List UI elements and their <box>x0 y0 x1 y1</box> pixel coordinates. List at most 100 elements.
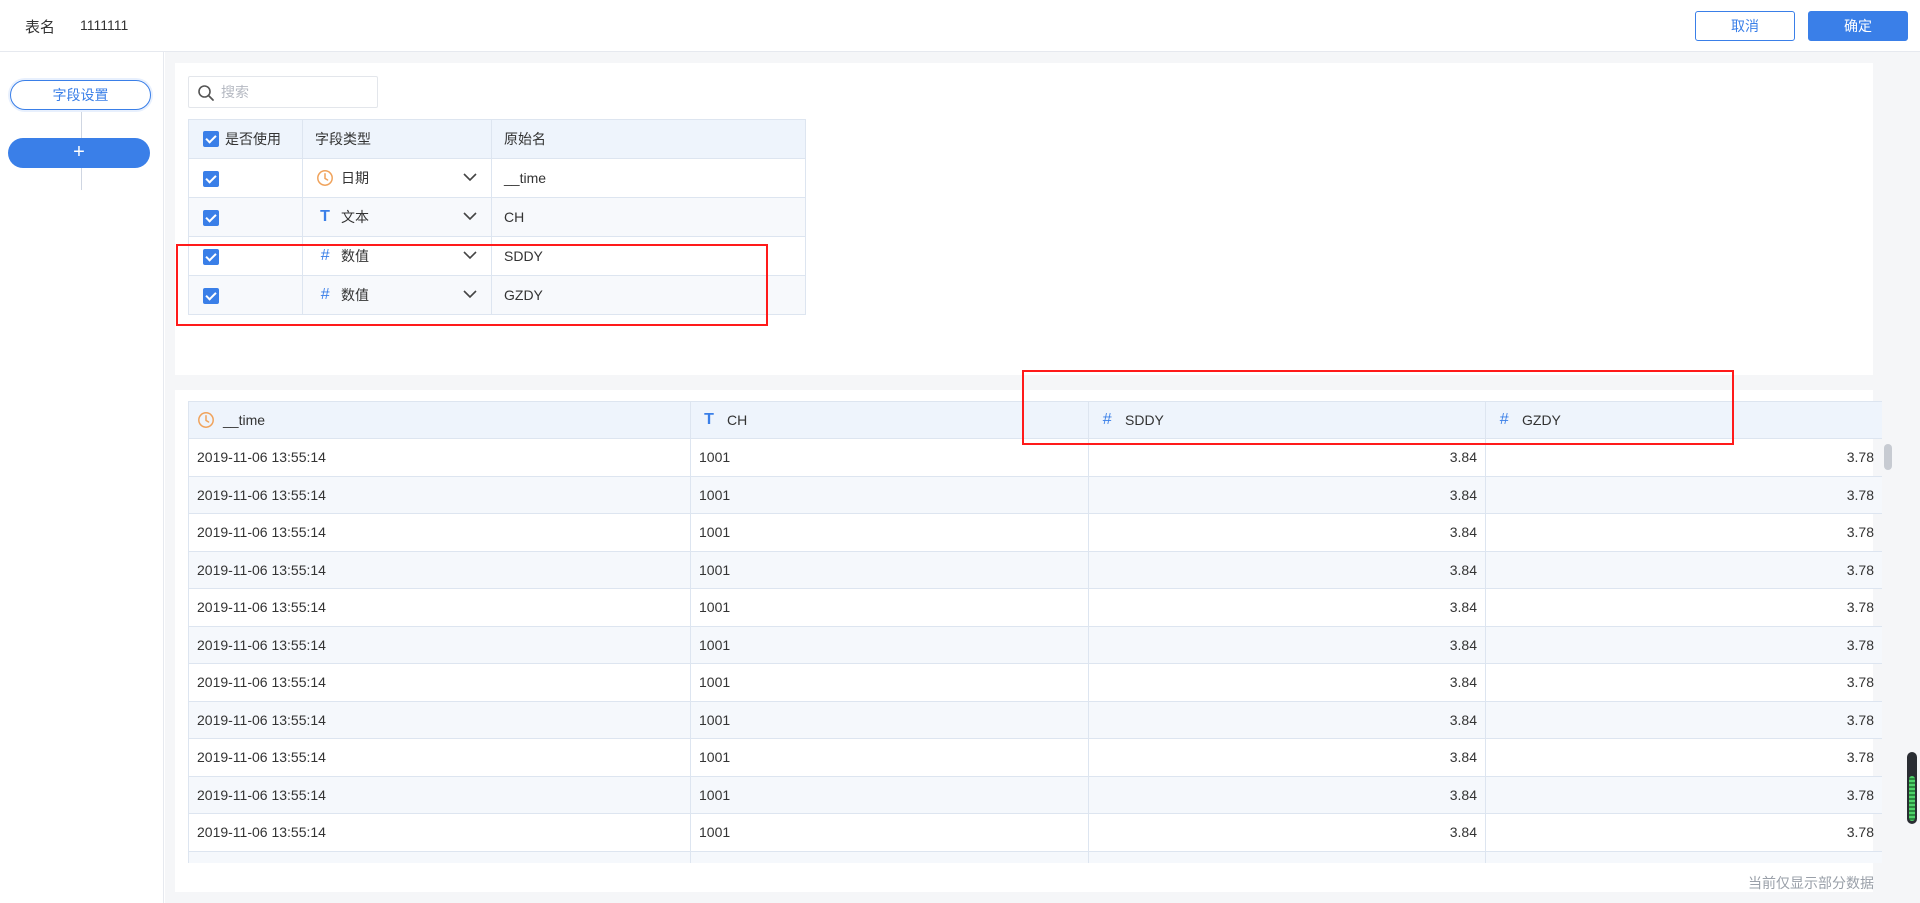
scrollbar-thumb[interactable] <box>1884 444 1892 470</box>
field-type-label: 数值 <box>341 248 369 264</box>
original-name-column-header: 原始名 <box>491 119 806 159</box>
cell-ch: 1001 <box>690 738 1089 777</box>
cell-sddy: 3.84 <box>1088 438 1486 477</box>
table-row: 2019-11-06 13:55:1410013.843.78 <box>188 700 1882 739</box>
cell-time: 2019-11-06 13:55:14 <box>188 663 691 702</box>
partial-data-note: 当前仅显示部分数据 <box>1748 875 1874 891</box>
hash-icon: # <box>1102 411 1112 429</box>
cell-sddy: 3.84 <box>1088 475 1486 514</box>
field-type-select[interactable]: # 数值 <box>302 275 492 315</box>
field-type-select[interactable]: T 文本 <box>302 197 492 237</box>
hash-icon: # <box>1499 411 1509 429</box>
cell-sddy: 3.84 <box>1088 513 1486 552</box>
cell-ch: 1001 <box>690 438 1089 477</box>
cell-gzdy: 3.78 <box>1485 550 1882 589</box>
text-type-icon: T <box>320 208 330 225</box>
chevron-down-icon <box>463 173 477 182</box>
select-all-checkbox[interactable] <box>203 131 219 147</box>
cell-gzdy: 3.78 <box>1485 663 1882 702</box>
step-sidebar: 字段设置 + <box>0 52 164 903</box>
table-row: 2019-11-06 13:55:1410013.843.78 <box>188 475 1882 514</box>
field-table-header: 是否使用 字段类型 原始名 <box>188 119 806 159</box>
cell-gzdy: 3.78 <box>1485 700 1882 739</box>
field-settings-table: 是否使用 字段类型 原始名 日期 __time T 文本 CH # 数值 SDDY <box>188 119 806 315</box>
column-header-ch[interactable]: T CH <box>690 401 1089 439</box>
table-row: 2019-11-06 13:55:1410013.843.78 <box>188 550 1882 589</box>
cell-sddy: 3.84 <box>1088 625 1486 664</box>
cell-ch: 1001 <box>690 513 1089 552</box>
cell-ch: 1001 <box>690 813 1089 852</box>
table-row: 2019-11-06 13:55:1410013.843.78 <box>188 850 1882 863</box>
cell-sddy: 3.84 <box>1088 663 1486 702</box>
cancel-button[interactable]: 取消 <box>1695 11 1795 41</box>
side-scroll-indicator <box>1909 776 1915 821</box>
field-type-select[interactable]: 日期 <box>302 158 492 198</box>
original-name-cell: GZDY <box>491 275 806 315</box>
cell-sddy: 3.84 <box>1088 550 1486 589</box>
table-row: 2019-11-06 13:55:1410013.843.78 <box>188 438 1882 477</box>
cell-sddy: 3.84 <box>1088 588 1486 627</box>
cell-sddy: 3.84 <box>1088 700 1486 739</box>
table-row: 2019-11-06 13:55:1410013.843.78 <box>188 588 1882 627</box>
column-header-label: SDDY <box>1125 412 1164 429</box>
cell-gzdy: 3.78 <box>1485 625 1882 664</box>
hash-icon: # <box>320 286 330 303</box>
field-type-label: 文本 <box>341 209 369 225</box>
table-name-value[interactable]: 1111111 <box>80 17 128 33</box>
column-header-gzdy[interactable]: # GZDY <box>1485 401 1882 439</box>
table-row: 2019-11-06 13:55:1410013.843.78 <box>188 513 1882 552</box>
add-step-button[interactable]: + <box>8 138 150 168</box>
cell-ch: 1001 <box>690 588 1089 627</box>
cell-sddy: 3.84 <box>1088 738 1486 777</box>
cell-time: 2019-11-06 13:55:14 <box>188 475 691 514</box>
column-header-time[interactable]: __time <box>188 401 691 439</box>
cell-gzdy: 3.78 <box>1485 513 1882 552</box>
clock-icon <box>198 412 214 429</box>
cell-sddy: 3.84 <box>1088 775 1486 814</box>
data-preview-table-container[interactable]: __time T CH # SDDY # GZDY 2019-11-06 13:55:… <box>188 401 1882 863</box>
text-type-icon: T <box>704 411 714 429</box>
column-header-label: CH <box>727 412 748 429</box>
search-input[interactable] <box>221 81 371 103</box>
cell-sddy: 3.84 <box>1088 813 1486 852</box>
table-scrollbar[interactable] <box>1884 444 1892 864</box>
search-box[interactable] <box>188 76 378 108</box>
cell-time: 2019-11-06 13:55:14 <box>188 513 691 552</box>
use-field-checkbox[interactable] <box>203 170 219 187</box>
table-row: 2019-11-06 13:55:1410013.843.78 <box>188 775 1882 814</box>
original-name-cell: __time <box>491 158 806 198</box>
cell-time: 2019-11-06 13:55:14 <box>188 813 691 852</box>
cell-gzdy: 3.78 <box>1485 775 1882 814</box>
type-column-header: 字段类型 <box>302 119 492 159</box>
column-header-sddy[interactable]: # SDDY <box>1088 401 1486 439</box>
confirm-button[interactable]: 确定 <box>1808 11 1908 41</box>
search-icon <box>197 84 215 102</box>
chevron-down-icon <box>463 251 477 260</box>
field-type-select[interactable]: # 数值 <box>302 236 492 276</box>
cell-gzdy: 3.78 <box>1485 588 1882 627</box>
table-row: 2019-11-06 13:55:1410013.843.78 <box>188 663 1882 702</box>
cell-ch: 1001 <box>690 475 1089 514</box>
use-header-label: 是否使用 <box>225 131 281 147</box>
field-settings-step-button[interactable]: 字段设置 <box>10 80 151 110</box>
field-row: 日期 __time <box>188 158 806 198</box>
table-row: 2019-11-06 13:55:1410013.843.78 <box>188 813 1882 852</box>
field-row: # 数值 GZDY <box>188 275 806 315</box>
cell-time: 2019-11-06 13:55:14 <box>188 850 691 863</box>
field-type-label: 数值 <box>341 287 369 303</box>
cell-gzdy: 3.78 <box>1485 438 1882 477</box>
use-field-checkbox[interactable] <box>203 209 219 226</box>
cell-time: 2019-11-06 13:55:14 <box>188 775 691 814</box>
hash-icon: # <box>320 247 330 264</box>
cell-ch: 1001 <box>690 850 1089 863</box>
table-row: 2019-11-06 13:55:1410013.843.78 <box>188 738 1882 777</box>
cell-time: 2019-11-06 13:55:14 <box>188 738 691 777</box>
field-row: T 文本 CH <box>188 197 806 237</box>
top-bar: 表名 1111111 取消 确定 <box>0 0 1920 52</box>
use-field-checkbox[interactable] <box>203 248 219 265</box>
cell-sddy: 3.84 <box>1088 850 1486 863</box>
cell-ch: 1001 <box>690 625 1089 664</box>
cell-time: 2019-11-06 13:55:14 <box>188 700 691 739</box>
cell-ch: 1001 <box>690 775 1089 814</box>
use-field-checkbox[interactable] <box>203 287 219 304</box>
